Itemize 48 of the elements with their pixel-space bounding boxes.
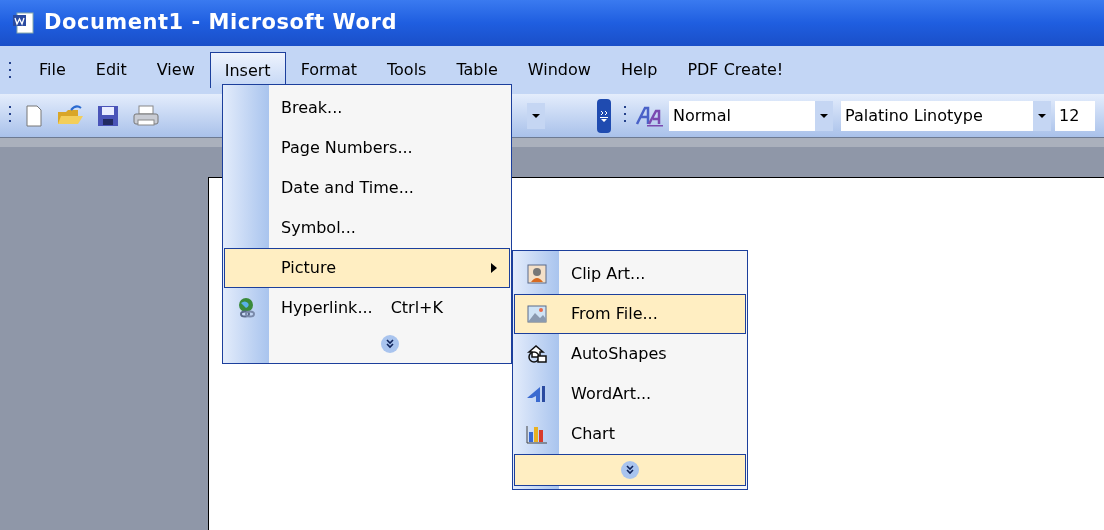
menu-item[interactable]: PDF Create!	[672, 52, 799, 88]
menu-item[interactable]: File	[24, 52, 81, 88]
menu-item[interactable]: Clip Art...	[514, 254, 746, 294]
font-value: Palatino Linotype	[845, 104, 983, 127]
caret-icon	[1038, 113, 1046, 118]
expand-chevron-icon	[620, 460, 640, 480]
globe-link-icon	[236, 297, 258, 319]
menu-item[interactable]: Chart	[514, 414, 746, 454]
menu-item[interactable]: From File...	[514, 294, 746, 334]
style-dropdown[interactable]: Normal	[669, 100, 833, 131]
caret-icon	[532, 113, 540, 118]
menu-item[interactable]: Date and Time...	[224, 168, 510, 208]
menu-item[interactable]: WordArt...	[514, 374, 746, 414]
slanted-letter-icon	[526, 384, 548, 404]
menu-item[interactable]: Tools	[372, 52, 442, 88]
style-value: Normal	[673, 104, 731, 127]
printer-icon[interactable]	[132, 103, 160, 128]
menu-item[interactable]: Help	[605, 52, 673, 88]
document-app-icon	[12, 11, 36, 35]
landscape-icon	[527, 304, 547, 324]
menu-item[interactable]: Edit	[80, 52, 142, 88]
menu-item[interactable]: Window	[512, 52, 606, 88]
toolbar-options-button[interactable]	[597, 98, 611, 133]
menu-item[interactable]: Picture	[224, 248, 510, 288]
font-size-value: 12	[1059, 104, 1080, 127]
menu-item[interactable]: Format	[285, 52, 372, 88]
caret-icon	[820, 113, 828, 118]
menu-item[interactable]: Break...	[224, 88, 510, 128]
bar-chart-icon	[526, 424, 548, 444]
person-frame-icon	[527, 264, 547, 284]
menu-item[interactable]: Hyperlink... Ctrl+K	[224, 288, 510, 328]
menu-item[interactable]: Page Numbers...	[224, 128, 510, 168]
dropdown-arrow-button[interactable]	[527, 102, 545, 129]
expand-chevron-icon	[380, 334, 400, 354]
grip-icon	[8, 61, 12, 79]
font-dropdown[interactable]: Palatino Linotype	[841, 100, 1051, 131]
menu-item[interactable]: Table	[441, 52, 513, 88]
new-document-icon[interactable]	[24, 103, 44, 128]
menu-item[interactable]: AutoShapes	[514, 334, 746, 374]
submenu-arrow-icon	[491, 263, 497, 273]
shapes-icon	[526, 344, 548, 364]
expand-menu-button[interactable]	[514, 454, 746, 486]
chevron-icon	[600, 109, 608, 122]
menu-item[interactable]: Insert	[209, 52, 286, 88]
font-size-dropdown[interactable]: 12	[1055, 100, 1095, 131]
menu-item[interactable]: Symbol...	[224, 208, 510, 248]
window-title: Document1 - Microsoft Word	[44, 9, 397, 37]
menu-item[interactable]: View	[141, 52, 210, 88]
